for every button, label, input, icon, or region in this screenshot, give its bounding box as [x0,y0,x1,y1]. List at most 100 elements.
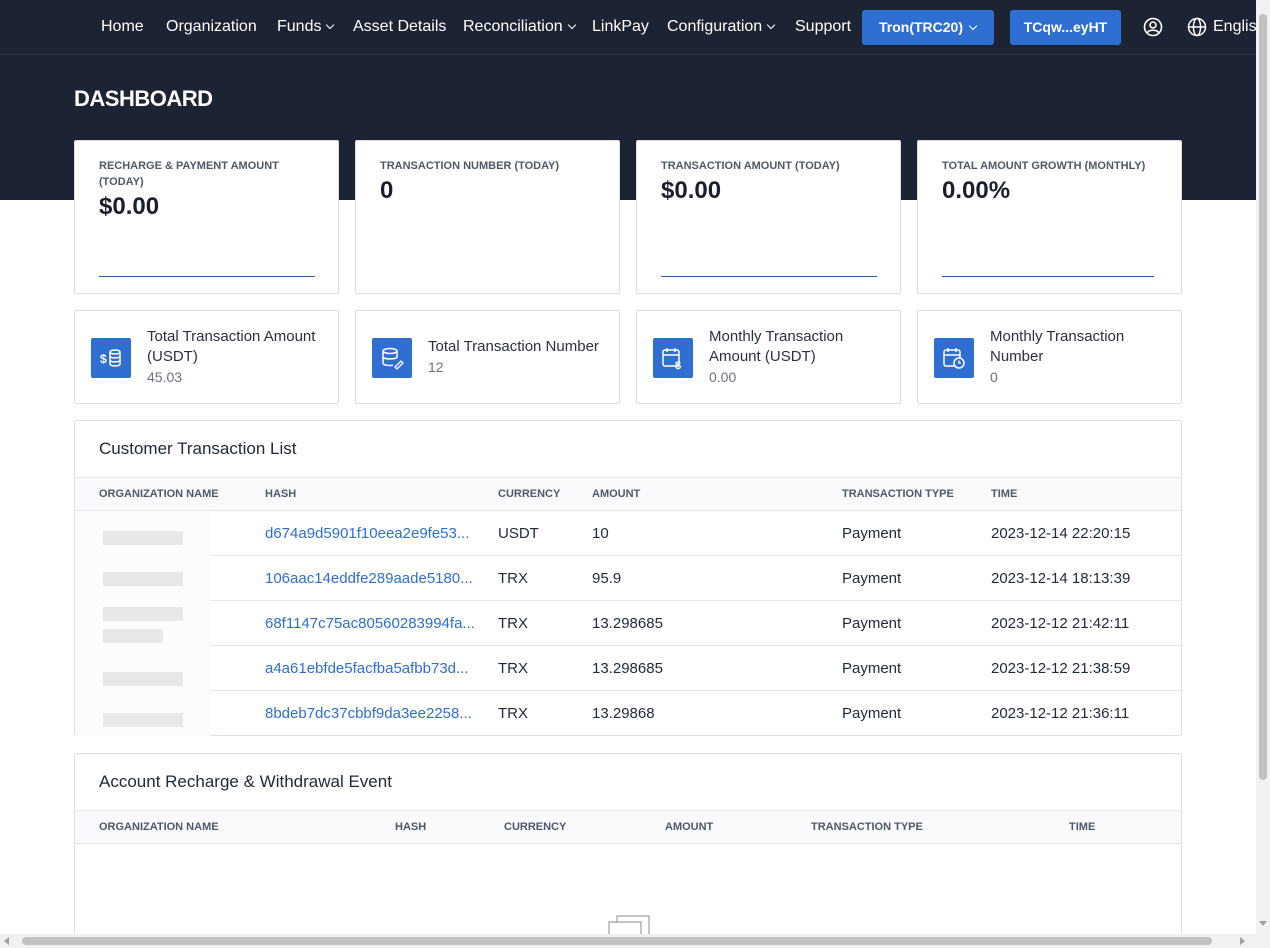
amount: 10 [592,525,609,542]
currency: TRX [498,660,528,677]
organization-name-redacted [75,556,211,601]
hash-link[interactable]: 8bdeb7dc37cbbf9da3ee2258... [265,705,472,722]
top-navigation: Home Organization Funds Asset Details Re… [0,0,1265,55]
scrollbar-thumb[interactable] [22,937,1212,945]
table-row: 68f1147c75ac80560283994fa... TRX 13.2986… [75,601,1181,646]
nav-configuration[interactable]: Configuration [667,17,776,37]
amount: 13.298685 [592,615,663,632]
stat-value: $0.00 [99,193,160,220]
database-edit-icon [372,338,412,378]
nav-home[interactable]: Home [101,17,144,37]
nav-support[interactable]: Support [795,17,851,37]
column-header: TIME [1069,821,1096,833]
time: 2023-12-14 18:13:39 [991,570,1131,587]
calendar-dollar-icon: $ [653,338,693,378]
table-row: a4a61ebfde5facfba5afbb73d... TRX 13.2986… [75,646,1181,691]
stat-value: 0.00% [942,177,1011,204]
chevron-down-icon [968,21,978,31]
stat-card-recharge-payment: RECHARGE & PAYMENT AMOUNT (TODAY) $0.00 [74,140,339,294]
currency: TRX [498,705,528,722]
metric-label: Total Transaction Amount (USDT) [147,328,316,365]
metric-label: Monthly Transaction Number [990,328,1125,365]
vertical-scrollbar[interactable] [1256,0,1270,948]
amount: 13.298685 [592,660,663,677]
section-title: Account Recharge & Withdrawal Event [99,772,392,791]
svg-text:$: $ [100,352,107,366]
calendar-clock-icon [934,338,974,378]
currency: USDT [498,525,539,542]
user-circle-icon[interactable] [1143,17,1163,37]
stat-card-transaction-amount: TRANSACTION AMOUNT (TODAY) $0.00 [636,140,901,294]
organization-name-redacted [75,511,211,556]
stat-sparkline [661,276,877,277]
transaction-type: Payment [842,615,902,632]
wallet-address-button[interactable]: TCqw...eyHT [1010,10,1121,45]
horizontal-scrollbar[interactable] [0,934,1256,948]
table-header: ORGANIZATION NAME HASH CURRENCY AMOUNT T… [75,810,1181,844]
table-header: ORGANIZATION NAME HASH CURRENCY AMOUNT T… [75,477,1181,511]
stat-label: TRANSACTION AMOUNT (TODAY) [661,160,840,172]
stat-value: $0.00 [661,177,722,204]
stat-sparkline [99,276,315,277]
column-header: CURRENCY [498,488,561,500]
stat-label: TRANSACTION NUMBER (TODAY) [380,160,560,172]
hash-link[interactable]: 68f1147c75ac80560283994fa... [265,615,475,632]
organization-name-redacted [75,601,211,646]
hash-link[interactable]: 106aac14eddfe289aade5180... [265,570,473,587]
metric-value: 0 [990,369,998,385]
column-header: AMOUNT [665,821,714,833]
column-header: TRANSACTION TYPE [842,488,954,500]
column-header: ORGANIZATION NAME [99,488,219,500]
transaction-type: Payment [842,570,902,587]
stat-sparkline [942,276,1154,277]
transaction-type: Payment [842,660,902,677]
metric-label: Monthly Transaction Amount (USDT) [709,328,844,365]
chevron-down-icon [567,20,576,30]
nav-funds[interactable]: Funds [277,17,335,37]
nav-linkpay[interactable]: LinkPay [592,17,649,37]
stat-value: 0 [380,177,394,204]
metric-value: 0.00 [709,369,737,385]
amount: 95.9 [592,570,622,587]
transaction-type: Payment [842,705,902,722]
nav-reconciliation[interactable]: Reconciliation [463,17,576,37]
dollar-coins-icon: $ [91,338,131,378]
network-select[interactable]: Tron(TRC20) [862,10,994,45]
table-row: 8bdeb7dc37cbbf9da3ee2258... TRX 13.29868… [75,691,1181,736]
nav-organization[interactable]: Organization [166,17,257,37]
table-row: d674a9d5901f10eea2e9fe53... USDT 10 Paym… [75,511,1181,556]
page-title: DASHBOARD [74,86,213,111]
scroll-left-arrow-icon[interactable] [4,937,9,945]
scroll-right-arrow-icon[interactable] [1240,937,1245,945]
scrollbar-thumb[interactable] [1259,14,1267,780]
organization-name-redacted [75,691,211,736]
nav-asset-details[interactable]: Asset Details [353,17,446,37]
globe-icon[interactable] [1187,17,1207,37]
time: 2023-12-14 22:20:15 [991,525,1131,542]
metric-label: Total Transaction Number [428,338,599,355]
currency: TRX [498,615,528,632]
time: 2023-12-12 21:36:11 [991,705,1130,722]
metric-card-monthly-amount: $ Monthly Transaction Amount (USDT) 0.00 [636,310,901,404]
recharge-withdrawal-panel: Account Recharge & Withdrawal Event ORGA… [74,753,1182,948]
organization-name-redacted [75,646,211,691]
column-header: HASH [265,488,297,500]
hash-link[interactable]: d674a9d5901f10eea2e9fe53... [265,525,469,542]
metric-card-total-number: Total Transaction Number 12 [355,310,620,404]
column-header: TRANSACTION TYPE [811,821,923,833]
scroll-down-arrow-icon[interactable] [1259,921,1267,926]
chevron-down-icon [326,20,335,30]
metric-card-total-amount: $ Total Transaction Amount (USDT) 45.03 [74,310,339,404]
stat-label: RECHARGE & PAYMENT AMOUNT (TODAY) [99,160,279,188]
column-header: CURRENCY [504,821,567,833]
transaction-type: Payment [842,525,902,542]
column-header: HASH [395,821,427,833]
metric-value: 12 [428,359,444,375]
column-header: ORGANIZATION NAME [99,821,219,833]
stat-card-growth: TOTAL AMOUNT GROWTH (MONTHLY) 0.00% [917,140,1182,294]
metric-card-monthly-number: Monthly Transaction Number 0 [917,310,1182,404]
svg-text:$: $ [675,360,681,370]
stat-card-transaction-number: TRANSACTION NUMBER (TODAY) 0 [355,140,620,294]
hash-link[interactable]: a4a61ebfde5facfba5afbb73d... [265,660,469,677]
section-title: Customer Transaction List [99,439,297,458]
